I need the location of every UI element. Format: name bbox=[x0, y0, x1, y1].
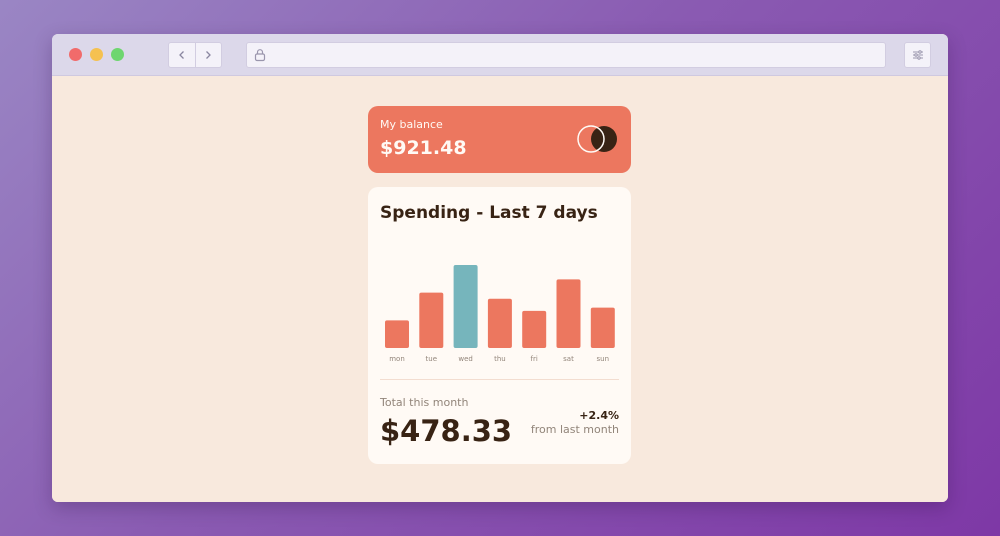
chevron-left-icon bbox=[178, 51, 184, 59]
change-label: from last month bbox=[530, 423, 619, 436]
minimize-window-button[interactable] bbox=[90, 48, 103, 61]
balance-card: My balance $921.48 bbox=[368, 106, 631, 173]
bar-sun[interactable] bbox=[590, 307, 615, 348]
x-label-mon: mon bbox=[389, 355, 405, 363]
balance-amount: $921.48 bbox=[380, 137, 467, 159]
card-logo-icon bbox=[577, 125, 617, 153]
forward-button[interactable] bbox=[194, 43, 222, 67]
chevron-right-icon bbox=[206, 51, 212, 59]
total-label: Total this month bbox=[380, 396, 469, 409]
balance-label: My balance bbox=[380, 118, 443, 131]
spending-bar-chart: mon tue wed thu fri sat sun bbox=[385, 265, 615, 363]
divider bbox=[380, 379, 619, 380]
x-label-fri: fri bbox=[531, 355, 538, 363]
maximize-window-button[interactable] bbox=[111, 48, 124, 61]
bar-tue[interactable] bbox=[419, 292, 444, 348]
browser-toolbar bbox=[52, 34, 948, 76]
bar-mon[interactable] bbox=[385, 320, 409, 348]
bar-sat[interactable] bbox=[556, 279, 581, 348]
bar-fri[interactable] bbox=[522, 310, 547, 348]
browser-window: My balance $921.48 Spending - Last 7 day… bbox=[52, 34, 948, 502]
bar-thu[interactable] bbox=[487, 298, 512, 348]
back-button[interactable] bbox=[169, 43, 195, 67]
x-label-thu: thu bbox=[494, 355, 506, 363]
x-label-tue: tue bbox=[426, 355, 438, 363]
x-label-sat: sat bbox=[563, 355, 574, 363]
close-window-button[interactable] bbox=[69, 48, 82, 61]
spending-title: Spending - Last 7 days bbox=[380, 203, 598, 223]
bar-wed[interactable] bbox=[453, 265, 478, 348]
sliders-icon bbox=[912, 50, 923, 60]
x-label-sun: sun bbox=[597, 355, 610, 363]
change-percent: +2.4% bbox=[579, 409, 619, 422]
page-viewport: My balance $921.48 Spending - Last 7 day… bbox=[52, 76, 948, 502]
address-bar[interactable] bbox=[246, 42, 886, 68]
x-label-wed: wed bbox=[458, 355, 472, 363]
settings-button[interactable] bbox=[904, 42, 931, 68]
navigation-buttons bbox=[168, 42, 222, 68]
total-amount: $478.33 bbox=[380, 414, 513, 448]
lock-icon bbox=[254, 49, 266, 62]
spending-card: Spending - Last 7 days mon tue wed thu fri sa… bbox=[368, 187, 631, 464]
